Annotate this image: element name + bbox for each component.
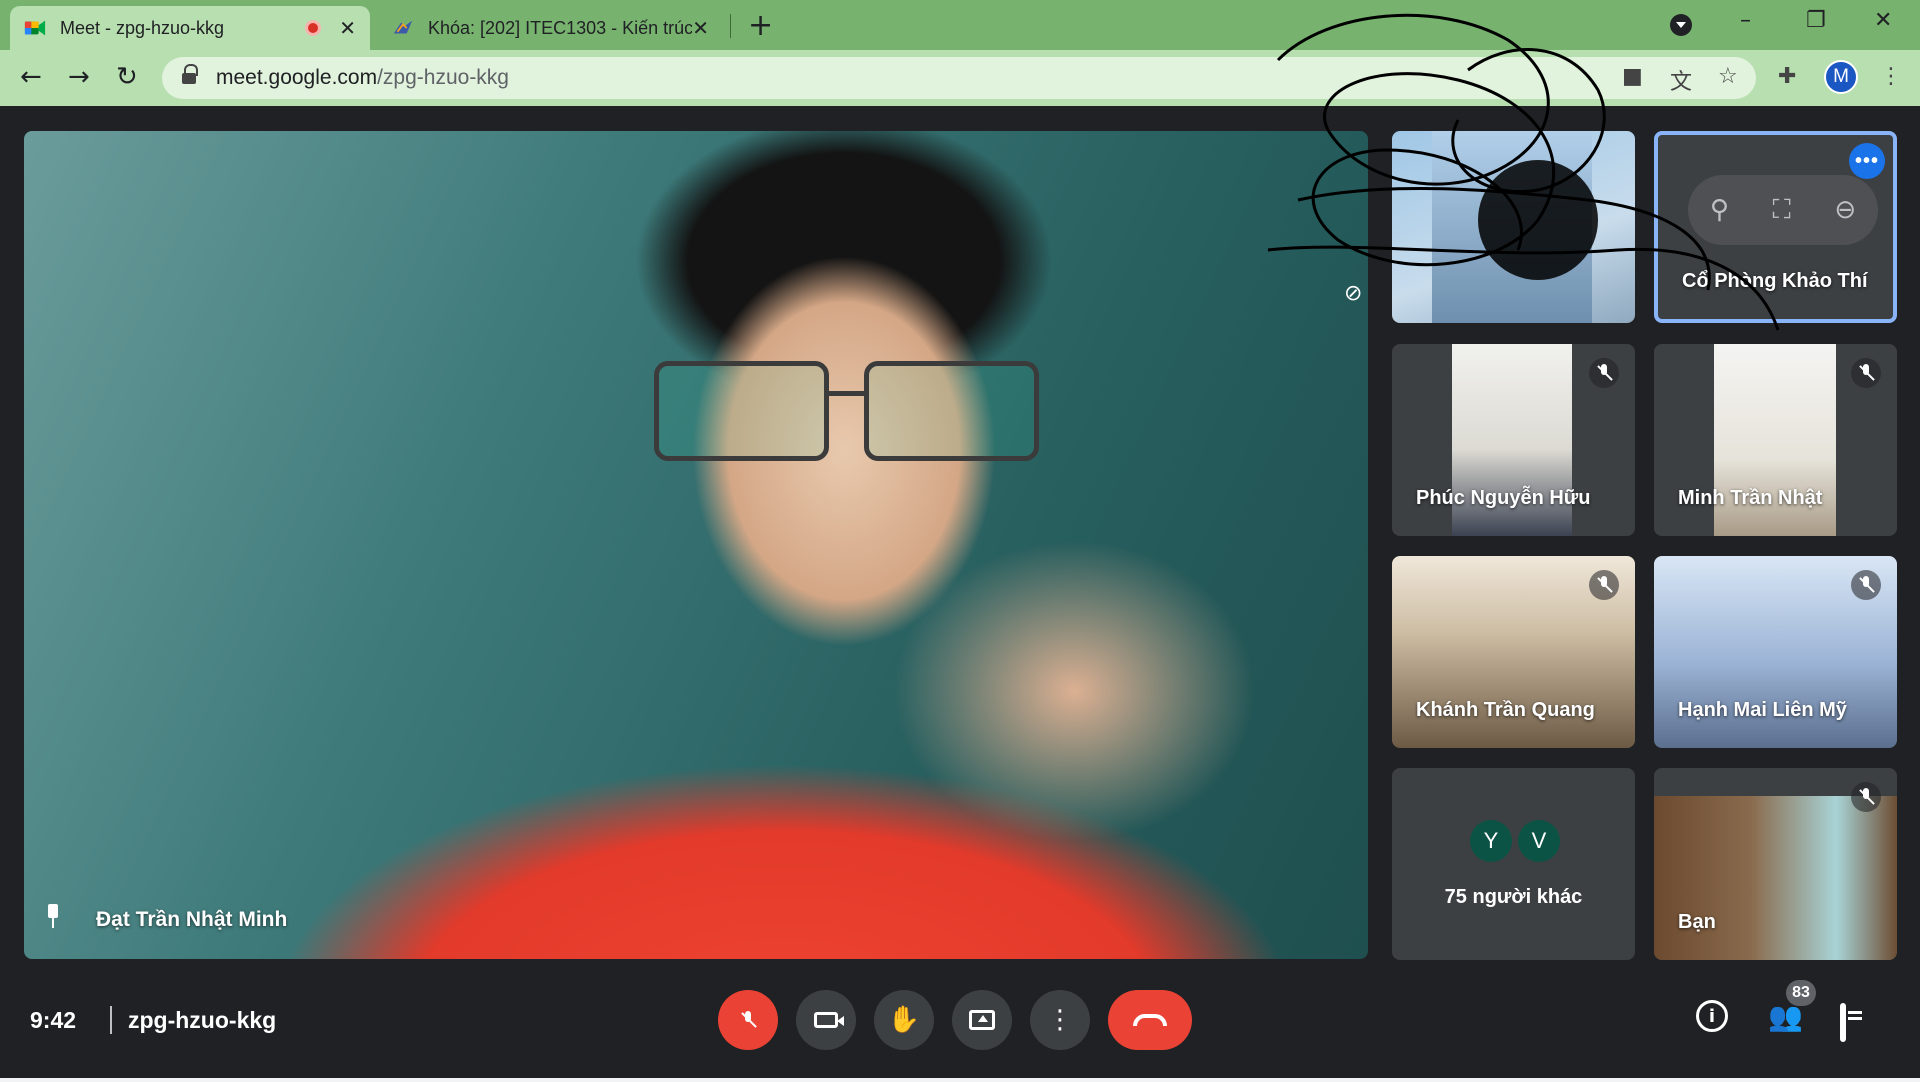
self-tile[interactable]: Bạn xyxy=(1654,768,1897,960)
bottom-edge xyxy=(0,1078,1920,1082)
new-tab-button[interactable]: + xyxy=(748,8,773,43)
participant-tile[interactable]: Phúc Nguyễn Hữu xyxy=(1392,344,1635,536)
pin-icon[interactable] xyxy=(44,904,62,930)
tab-title: Khóa: [202] ITEC1303 - Kiến trúc xyxy=(428,17,693,38)
tab-strip: Meet - zpg-hzuo-kkg ✕ Khóa: [202] ITEC13… xyxy=(0,0,1920,50)
bottom-divider xyxy=(110,1006,112,1034)
url-path: /zpg-hzuo-kkg xyxy=(377,66,509,89)
speaker-glasses xyxy=(654,361,1054,481)
mic-off-icon xyxy=(1589,570,1619,600)
participant-name: Khánh Trần Quang xyxy=(1416,699,1595,721)
info-icon: i xyxy=(1696,1000,1728,1032)
address-bar[interactable]: meet.google.com/zpg-hzuo-kkg xyxy=(162,57,1756,99)
browser-toolbar: ← → ↻ meet.google.com/zpg-hzuo-kkg ■ 文 ☆… xyxy=(0,50,1920,106)
meeting-clock: 9:42 xyxy=(30,1007,77,1033)
camera-icon xyxy=(814,1012,844,1028)
end-call-button[interactable] xyxy=(1108,990,1192,1050)
self-name: Bạn xyxy=(1678,911,1716,933)
more-options-button[interactable]: ••• xyxy=(1849,143,1885,179)
participant-name: Hạnh Mai Liên Mỹ xyxy=(1678,699,1847,721)
more-options-button[interactable]: ⋮ xyxy=(1030,990,1090,1050)
others-tile[interactable]: Y V 75 người khác xyxy=(1392,768,1635,960)
present-button[interactable] xyxy=(952,990,1012,1050)
present-icon xyxy=(969,1010,995,1030)
participant-tile[interactable]: Khánh Trần Quang xyxy=(1392,556,1635,748)
raise-hand-button[interactable]: ✋ xyxy=(874,990,934,1050)
participant-name: Cổ Phòng Khảo Thí xyxy=(1682,270,1868,292)
participant-tile[interactable]: Minh Trần Nhật xyxy=(1654,344,1897,536)
end-call-icon xyxy=(1133,1014,1167,1026)
mic-off-icon xyxy=(1851,570,1881,600)
raise-hand-icon: ✋ xyxy=(887,1005,921,1035)
tab-search-icon[interactable] xyxy=(1670,14,1692,36)
avatar: V xyxy=(1518,820,1560,862)
main-speaker-name: Đạt Trần Nhật Minh xyxy=(96,908,288,931)
google-meet-icon xyxy=(24,20,46,36)
bookmark-star-icon[interactable]: ☆ xyxy=(1718,64,1738,89)
participant-tile[interactable]: Hạnh Mai Liên Mỹ xyxy=(1654,556,1897,748)
back-icon[interactable]: ← xyxy=(20,62,42,92)
tab-title: Meet - zpg-hzuo-kkg xyxy=(60,17,225,38)
close-window-icon[interactable]: ✕ xyxy=(1874,8,1892,33)
mic-toggle-button[interactable] xyxy=(718,990,778,1050)
forward-icon[interactable]: → xyxy=(68,62,90,92)
participant-name: Minh Trần Nhật xyxy=(1678,487,1823,509)
chat-icon xyxy=(1840,1003,1846,1042)
moodle-icon xyxy=(393,20,413,34)
mic-off-icon xyxy=(1589,358,1619,388)
close-tab-icon[interactable]: ✕ xyxy=(339,16,356,40)
profile-avatar[interactable]: M xyxy=(1824,60,1858,94)
url-host: meet.google.com xyxy=(216,66,378,89)
remove-icon[interactable]: ⊖ xyxy=(1834,195,1856,225)
translate-icon[interactable]: 文 xyxy=(1670,64,1692,96)
meeting-info-button[interactable]: i xyxy=(1696,1000,1728,1032)
restore-icon[interactable]: ❐ xyxy=(1806,8,1826,33)
people-count-badge: 83 xyxy=(1786,980,1816,1006)
participant-tile-active[interactable]: ⚲ ⛶ ⊖ ••• Cổ Phòng Khảo Thí xyxy=(1654,131,1897,323)
more-vert-icon: ⋮ xyxy=(1047,1005,1073,1035)
reload-icon[interactable]: ↻ xyxy=(116,62,138,92)
chat-button[interactable] xyxy=(1840,1003,1846,1042)
avatar: Y xyxy=(1470,820,1512,862)
tab-course[interactable]: Khóa: [202] ITEC1303 - Kiến trúc ✕ xyxy=(378,6,723,50)
mic-off-icon xyxy=(740,1011,756,1029)
tab-divider xyxy=(730,14,731,38)
mic-off-icon xyxy=(1851,358,1881,388)
main-video-tile[interactable]: ⊘ xyxy=(24,131,1368,959)
others-count-label: 75 người khác xyxy=(1444,886,1583,908)
tab-meet[interactable]: Meet - zpg-hzuo-kkg ✕ xyxy=(10,6,370,50)
recording-icon xyxy=(305,20,322,36)
fullscreen-icon[interactable]: ⛶ xyxy=(1773,195,1791,226)
mic-off-icon xyxy=(1851,782,1881,812)
others-avatars: Y V xyxy=(1470,820,1560,862)
participant-name: Phúc Nguyễn Hữu xyxy=(1416,487,1591,509)
meeting-code: zpg-hzuo-kkg xyxy=(128,1007,277,1033)
tile-controls: ⚲ ⛶ ⊖ xyxy=(1688,175,1878,245)
camera-in-use-icon[interactable]: ■ xyxy=(1622,64,1643,89)
minimize-icon[interactable]: – xyxy=(1740,8,1751,33)
camera-toggle-button[interactable] xyxy=(796,990,856,1050)
extensions-icon[interactable]: ✚ xyxy=(1778,64,1796,89)
mic-off-icon: ⊘ xyxy=(1344,281,1363,306)
close-tab-icon[interactable]: ✕ xyxy=(692,16,709,40)
browser-menu-icon[interactable]: ⋮ xyxy=(1880,64,1902,89)
lock-icon xyxy=(182,64,198,86)
participant-tile[interactable] xyxy=(1392,131,1635,323)
pin-icon[interactable]: ⚲ xyxy=(1710,195,1729,225)
